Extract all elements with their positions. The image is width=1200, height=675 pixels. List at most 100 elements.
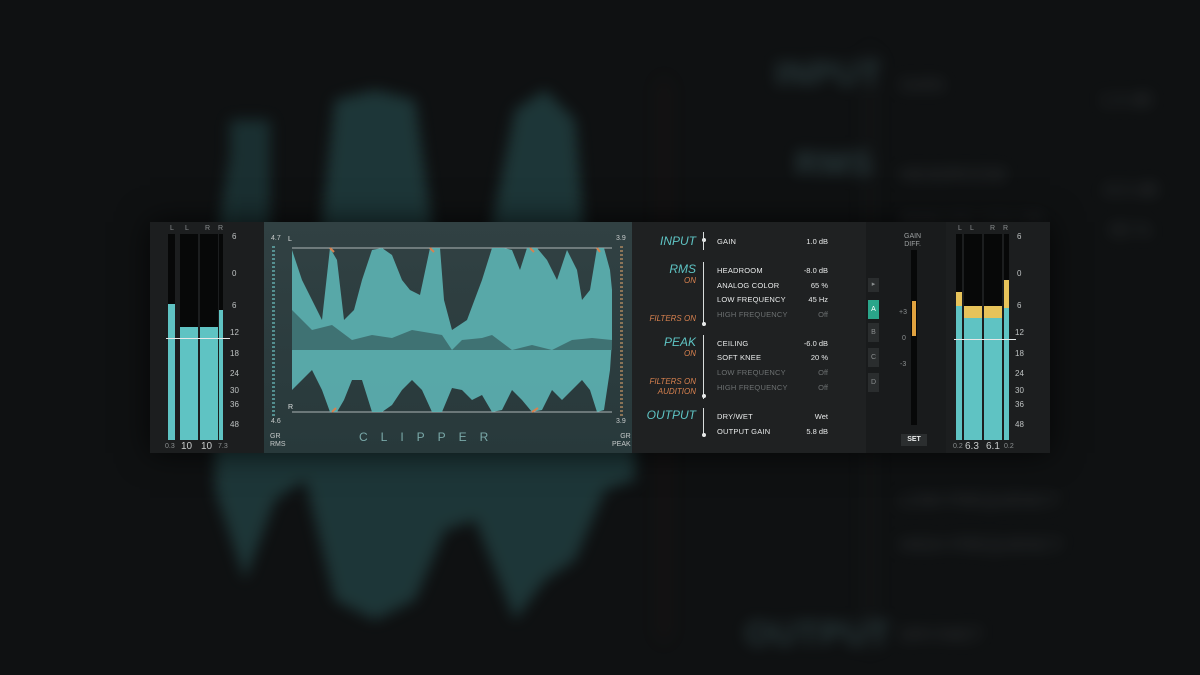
meter-bar-l-peak: [168, 304, 175, 440]
meter-header-l1: L: [958, 225, 962, 232]
param-rms-high-freq-value[interactable]: Off: [778, 310, 828, 319]
param-headroom-value[interactable]: -8.0 dB: [778, 266, 828, 275]
peak-filters-toggle[interactable]: FILTERS ON: [636, 377, 696, 386]
meter-peak-value: 0.2: [1004, 443, 1014, 450]
param-soft-knee-value[interactable]: 20 %: [778, 353, 828, 362]
section-connector: [702, 394, 706, 398]
param-peak-low-freq-value[interactable]: Off: [778, 368, 828, 377]
waveform-display[interactable]: 4.7 3.9 L R CLIPPER 4.6 3.9 GR RMS GR PE…: [264, 222, 632, 453]
peak-on-toggle[interactable]: ON: [636, 349, 696, 358]
clipper-plugin: L L R R 6 0 6 12 18 24 30 36 48 0.3 10 1…: [150, 222, 1050, 453]
meter-header-l2: L: [970, 225, 974, 232]
param-dry-wet-label[interactable]: DRY/WET: [717, 412, 753, 421]
meter-header-r2: R: [1003, 225, 1009, 232]
param-headroom-label[interactable]: HEADROOM: [717, 266, 763, 275]
meter-bar-r-peak: [1004, 280, 1009, 440]
slot-b-button[interactable]: B: [868, 323, 879, 342]
section-peak: PEAK: [663, 335, 696, 349]
gain-diff-scale: +3: [899, 309, 907, 316]
scale-label: 36: [230, 400, 239, 409]
param-ceiling-value[interactable]: -6.0 dB: [778, 339, 828, 348]
section-connector: [703, 232, 704, 250]
scale-label: 24: [1015, 369, 1024, 378]
param-gain-label[interactable]: GAIN: [717, 237, 736, 246]
gain-diff-scale: 0: [902, 335, 906, 342]
meter-rms-value: 10: [201, 441, 213, 452]
rms-filters-toggle[interactable]: FILTERS ON: [636, 314, 696, 323]
scale-label: 6: [1017, 301, 1022, 310]
scale-label: 6: [1017, 232, 1022, 241]
meter-peak-value: 0.2: [953, 443, 963, 450]
param-peak-high-freq-value[interactable]: Off: [778, 383, 828, 392]
scale-label: 12: [230, 328, 239, 337]
meter-bar-l-peak: [956, 292, 962, 440]
param-output-gain-value[interactable]: 5.8 dB: [778, 427, 828, 436]
rms-on-toggle[interactable]: ON: [636, 276, 696, 285]
gain-diff-slot: [911, 250, 917, 425]
reference-line: [166, 338, 230, 339]
meter-bar-l-rms: [964, 306, 982, 440]
meter-header-r1: R: [990, 225, 996, 232]
meter-header-r2: R: [218, 225, 224, 232]
meter-bar-r-peak: [219, 310, 223, 440]
gain-diff-scale: -3: [900, 361, 907, 368]
section-connector: [703, 262, 704, 326]
scale-label: 0: [232, 269, 237, 278]
scale-label: 30: [1015, 386, 1024, 395]
scale-label: 18: [230, 349, 239, 358]
gain-diff-bar: [912, 301, 916, 336]
gain-diff-panel: ▸ A B C D GAIN DIFF. +3 0 -3 SET: [866, 222, 946, 453]
gr-peak-meter: [620, 246, 623, 418]
param-analog-color-value[interactable]: 65 %: [778, 281, 828, 290]
scale-label: 6: [232, 301, 237, 310]
play-icon[interactable]: ▸: [868, 278, 879, 292]
meter-bar-r-rms: [200, 327, 218, 440]
scale-label: 24: [230, 369, 239, 378]
param-ceiling-label[interactable]: CEILING: [717, 339, 748, 348]
scale-label: 12: [1015, 328, 1024, 337]
gr-rms-top-value: 4.7: [271, 235, 281, 242]
scale-label: 0: [1017, 269, 1022, 278]
section-connector: [702, 322, 706, 326]
gr-rms-label: GR RMS: [270, 433, 286, 448]
meter-rms-value: 10: [181, 441, 193, 452]
scale-label: 36: [1015, 400, 1024, 409]
param-rms-low-freq-label[interactable]: LOW FREQUENCY: [717, 295, 786, 304]
slot-d-button[interactable]: D: [868, 373, 879, 392]
param-output-gain-label[interactable]: OUTPUT GAIN: [717, 427, 770, 436]
gr-rms-meter: [272, 246, 275, 418]
input-meter: L L R R 6 0 6 12 18 24 30 36 48 0.3 10 1…: [150, 222, 264, 453]
output-meter: L L R R 6 0 6 12 18 24 30 36 48 0.2 6.3 …: [946, 222, 1050, 453]
param-gain-value[interactable]: 1.0 dB: [778, 237, 828, 246]
param-soft-knee-label[interactable]: SOFT KNEE: [717, 353, 761, 362]
waveform: [292, 247, 612, 413]
meter-header-l1: L: [170, 225, 174, 232]
param-peak-low-freq-label[interactable]: LOW FREQUENCY: [717, 368, 786, 377]
section-output: OUTPUT: [646, 408, 696, 422]
section-connector: [703, 335, 704, 399]
meter-bar-r-rms: [984, 306, 1002, 440]
meter-header-r1: R: [205, 225, 211, 232]
scale-label: 30: [230, 386, 239, 395]
slot-a-button[interactable]: A: [868, 300, 879, 319]
set-button[interactable]: SET: [901, 434, 927, 446]
meter-peak-value: 0.3: [165, 443, 175, 450]
section-connector: [703, 408, 704, 436]
meter-bar-l-rms: [180, 327, 198, 440]
param-rms-low-freq-value[interactable]: 45 Hz: [778, 295, 828, 304]
gr-peak-top-value: 3.9: [616, 235, 626, 242]
meter-header-l2: L: [185, 225, 189, 232]
gr-peak-label: GR PEAK: [612, 433, 631, 448]
section-rms: RMS: [669, 262, 696, 276]
gr-peak-bottom-value: 3.9: [616, 418, 626, 425]
meter-peak-value: 7.3: [218, 443, 228, 450]
param-analog-color-label[interactable]: ANALOG COLOR: [717, 281, 779, 290]
scale-label: 48: [230, 420, 239, 429]
scale-label: 18: [1015, 349, 1024, 358]
meter-rms-value: 6.3: [965, 441, 979, 452]
display-title: CLIPPER: [359, 430, 502, 444]
peak-audition-toggle[interactable]: AUDITION: [636, 387, 696, 396]
gain-diff-label: GAIN DIFF.: [904, 233, 922, 248]
param-dry-wet-value[interactable]: Wet: [778, 412, 828, 421]
slot-c-button[interactable]: C: [868, 348, 879, 367]
